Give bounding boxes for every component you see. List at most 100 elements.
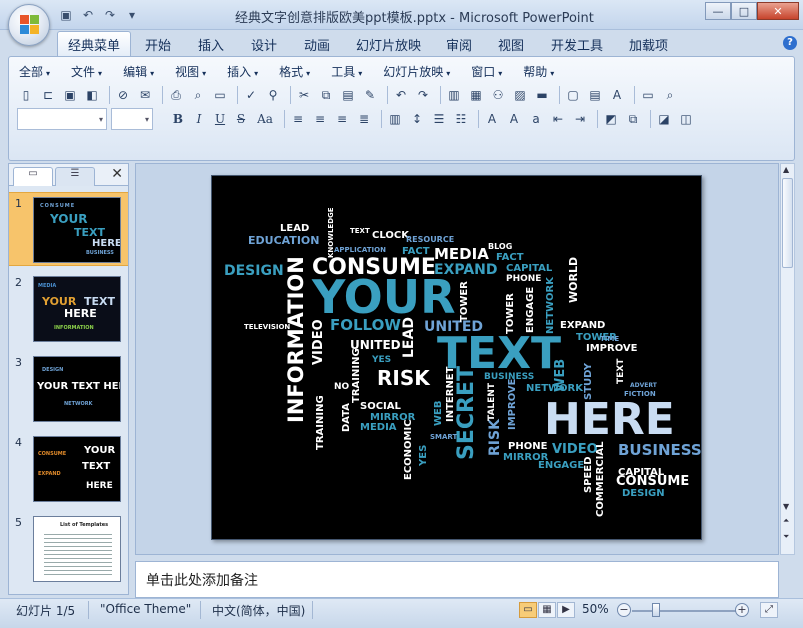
italic-button[interactable]: I	[190, 110, 208, 128]
open-icon[interactable]: ⊏	[39, 86, 57, 104]
slideshow-view-button[interactable]: ▶	[557, 602, 575, 618]
save-icon[interactable]: ▣	[61, 86, 79, 104]
scrollbar-thumb[interactable]	[782, 178, 793, 268]
print-preview-icon[interactable]: ⌕	[189, 86, 207, 104]
menu-view[interactable]: 视图 ▾	[175, 63, 206, 80]
menu-tools[interactable]: 工具 ▾	[331, 63, 362, 80]
align-right-icon[interactable]: ≡	[333, 110, 351, 128]
menu-slideshow[interactable]: 幻灯片放映 ▾	[383, 63, 450, 80]
tab-outline[interactable]: ☰	[55, 167, 95, 186]
grow-font-icon[interactable]: A	[505, 110, 523, 128]
shape-outline-icon[interactable]: ◫	[677, 110, 695, 128]
menu-all[interactable]: 全部 ▾	[19, 63, 50, 80]
page-setup-icon[interactable]: ▭	[211, 86, 229, 104]
underline-button[interactable]: U	[211, 110, 229, 128]
zoom-icon[interactable]: ⌕	[661, 86, 679, 104]
customize-qat-icon[interactable]: ▾	[124, 7, 140, 23]
maximize-button[interactable]: □	[731, 2, 757, 20]
print-icon[interactable]: ⎙	[167, 86, 185, 104]
tab-slideshow[interactable]: 幻灯片放映	[356, 35, 421, 54]
slide-sorter-view-button[interactable]: ▦	[538, 602, 556, 618]
layout-icon[interactable]: ▤	[586, 86, 604, 104]
redo-icon[interactable]: ↷	[102, 7, 118, 23]
chart-icon[interactable]: ▥	[445, 86, 463, 104]
slide-thumbnail-1[interactable]: 1 YOUR TEXT HERE CONSUME BUSINESS	[9, 192, 128, 266]
shapes-icon[interactable]: ◩	[602, 110, 620, 128]
panel-close-button[interactable]: ✕	[111, 166, 123, 182]
font-name-combo[interactable]: ▾	[17, 108, 107, 130]
strikethrough-button[interactable]: S	[232, 110, 250, 128]
save-as-pdf-icon[interactable]: ◧	[83, 86, 101, 104]
scroll-down-icon[interactable]: ▼	[783, 502, 789, 511]
line-icon[interactable]: ▬	[533, 86, 551, 104]
format-painter-icon[interactable]: ✎	[361, 86, 379, 104]
folder-icon[interactable]: ▭	[639, 86, 657, 104]
zoom-level[interactable]: 50%	[582, 602, 609, 616]
zoom-slider-handle[interactable]	[652, 603, 660, 617]
shrink-font-icon[interactable]: a	[527, 110, 545, 128]
save-icon[interactable]: ▣	[58, 7, 74, 23]
tab-addins[interactable]: 加载项	[629, 35, 668, 54]
tab-insert[interactable]: 插入	[198, 35, 224, 54]
copy-icon[interactable]: ⧉	[317, 86, 335, 104]
research-icon[interactable]: ⚲	[264, 86, 282, 104]
fit-to-window-button[interactable]: ⤢	[760, 602, 778, 618]
tab-view[interactable]: 视图	[498, 35, 524, 54]
menu-insert[interactable]: 插入 ▾	[227, 63, 258, 80]
increase-indent-icon[interactable]: ⇥	[571, 110, 589, 128]
theme-name[interactable]: "Office Theme"	[100, 602, 191, 616]
menu-edit[interactable]: 编辑 ▾	[123, 63, 154, 80]
undo-icon[interactable]: ↶	[80, 7, 96, 23]
paste-icon[interactable]: ▤	[339, 86, 357, 104]
next-slide-icon[interactable]: ⏷	[783, 532, 789, 542]
align-left-icon[interactable]: ≡	[289, 110, 307, 128]
spelling-icon[interactable]: ✓	[242, 86, 260, 104]
current-slide[interactable]: YOUR TEXT HERE CONSUME MEDIA EXPAND DESI…	[211, 175, 702, 540]
decrease-indent-icon[interactable]: ⇤	[549, 110, 567, 128]
office-button[interactable]	[8, 4, 50, 46]
justify-icon[interactable]: ≣	[355, 110, 373, 128]
slide-thumbnail-2[interactable]: 2 YOUR TEXT HERE MEDIA INFORMATION	[9, 272, 128, 346]
menu-help[interactable]: 帮助 ▾	[523, 63, 554, 80]
notes-pane[interactable]: 单击此处添加备注	[135, 561, 779, 598]
permission-icon[interactable]: ⊘	[114, 86, 132, 104]
close-button[interactable]: ✕	[757, 2, 799, 20]
tab-animations[interactable]: 动画	[304, 35, 330, 54]
zoom-in-button[interactable]: +	[735, 603, 749, 617]
line-spacing-icon[interactable]: ↕	[408, 110, 426, 128]
new-icon[interactable]: ▯	[17, 86, 35, 104]
tab-developer[interactable]: 开发工具	[551, 35, 603, 54]
picture-icon[interactable]: ▨	[511, 86, 529, 104]
slide-thumbnail-4[interactable]: 4 YOUR TEXT HERE CONSUME EXPAND	[9, 432, 128, 506]
tab-classic-menu[interactable]: 经典菜单	[57, 31, 132, 56]
minimize-button[interactable]: —	[705, 2, 731, 20]
normal-view-button[interactable]: ▭	[519, 602, 537, 618]
table-icon[interactable]: ▦	[467, 86, 485, 104]
slide-thumbnail-5[interactable]: 5 List of Templates	[9, 512, 128, 586]
new-slide-icon[interactable]: ▢	[564, 86, 582, 104]
editor-scrollbar[interactable]: ▲ ▼ ⏶ ⏷	[780, 163, 795, 555]
arrange-icon[interactable]: ⧉	[624, 110, 642, 128]
change-case-button[interactable]: Aa	[253, 110, 277, 128]
menu-format[interactable]: 格式 ▾	[279, 63, 310, 80]
textbox-icon[interactable]: A	[608, 86, 626, 104]
help-icon[interactable]: ?	[783, 36, 797, 50]
bullets-icon[interactable]: ☷	[452, 110, 470, 128]
font-size-combo[interactable]: ▾	[111, 108, 153, 130]
slide-thumbnail-3[interactable]: 3 YOUR TEXT HERE DESIGN NETWORK	[9, 352, 128, 426]
zoom-slider[interactable]	[632, 610, 738, 612]
email-icon[interactable]: ✉	[136, 86, 154, 104]
scroll-up-icon[interactable]: ▲	[783, 165, 789, 174]
previous-slide-icon[interactable]: ⏶	[783, 516, 789, 526]
tab-slides[interactable]: ▭	[13, 167, 53, 186]
shape-fill-icon[interactable]: ◪	[655, 110, 673, 128]
tab-design[interactable]: 设计	[251, 35, 277, 54]
font-color-icon[interactable]: A	[483, 110, 501, 128]
tab-home[interactable]: 开始	[145, 35, 171, 54]
bold-button[interactable]: B	[169, 110, 187, 128]
numbering-icon[interactable]: ☰	[430, 110, 448, 128]
tab-review[interactable]: 审阅	[446, 35, 472, 54]
cut-icon[interactable]: ✂	[295, 86, 313, 104]
undo-icon[interactable]: ↶	[392, 86, 410, 104]
language-indicator[interactable]: 中文(简体，中国)	[212, 602, 305, 619]
